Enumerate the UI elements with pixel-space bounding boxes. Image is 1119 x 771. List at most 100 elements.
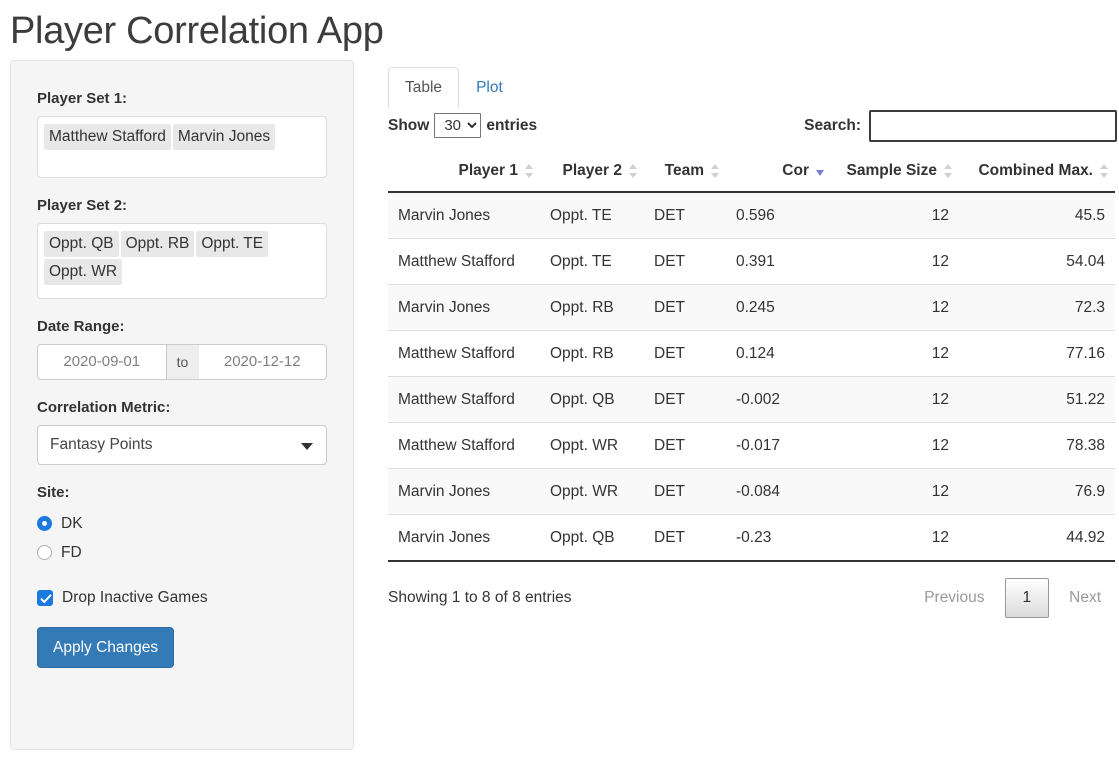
cell-player-1: Matthew Stafford bbox=[388, 238, 540, 285]
cell-player-2: Oppt. TE bbox=[540, 191, 644, 239]
correlation-metric-select[interactable]: Fantasy Points bbox=[37, 425, 327, 465]
cell-team: DET bbox=[644, 422, 726, 469]
app-window: Player Correlation App Player Set 1: Mat… bbox=[0, 0, 1119, 771]
page-length-select[interactable]: 30 bbox=[434, 113, 482, 138]
player-set-2-input[interactable]: Oppt. QB Oppt. RB Oppt. TE Oppt. WR bbox=[37, 223, 327, 299]
player-tag[interactable]: Oppt. RB bbox=[120, 231, 195, 257]
column-header-player-1[interactable]: Player 1 bbox=[388, 151, 540, 193]
site-radio-fd-label: FD bbox=[61, 543, 82, 561]
search-label: Search: bbox=[804, 116, 861, 134]
site-radio-dk[interactable]: DK bbox=[37, 510, 327, 537]
cell-sample-size: 12 bbox=[831, 191, 959, 239]
column-label: Player 2 bbox=[562, 162, 622, 179]
pagination-next[interactable]: Next bbox=[1055, 580, 1115, 616]
player-set-1-input[interactable]: Matthew Stafford Marvin Jones bbox=[37, 116, 327, 178]
cell-team: DET bbox=[644, 514, 726, 562]
pagination-page-1[interactable]: 1 bbox=[1004, 578, 1050, 618]
search-input[interactable] bbox=[869, 109, 1117, 142]
sidebar-panel: Player Set 1: Matthew Stafford Marvin Jon… bbox=[10, 60, 354, 750]
player-set-1-group: Player Set 1: Matthew Stafford Marvin Jon… bbox=[37, 89, 327, 178]
table-controls: Show 30 entries Search: bbox=[376, 107, 1119, 151]
table-row[interactable]: Marvin Jones Oppt. TE DET 0.596 12 45.5 bbox=[388, 191, 1115, 239]
cell-player-2: Oppt. RB bbox=[540, 330, 644, 377]
chevron-down-icon bbox=[301, 443, 313, 450]
cell-cor: -0.23 bbox=[726, 514, 831, 562]
cell-team: DET bbox=[644, 468, 726, 515]
column-header-team[interactable]: Team bbox=[644, 151, 726, 193]
date-end-input[interactable]: 2020-12-12 bbox=[198, 344, 327, 380]
player-set-2-label: Player Set 2: bbox=[37, 197, 128, 214]
table-row[interactable]: Marvin Jones Oppt. RB DET 0.245 12 72.3 bbox=[388, 284, 1115, 331]
table-row[interactable]: Marvin Jones Oppt. QB DET -0.23 12 44.92 bbox=[388, 514, 1115, 562]
cell-combined-max: 44.92 bbox=[959, 514, 1115, 562]
page-length-control: Show 30 entries bbox=[388, 113, 537, 138]
cell-player-2: Oppt. WR bbox=[540, 422, 644, 469]
cell-player-1: Matthew Stafford bbox=[388, 330, 540, 377]
cell-combined-max: 78.38 bbox=[959, 422, 1115, 469]
cell-sample-size: 12 bbox=[831, 468, 959, 515]
site-label: Site: bbox=[37, 484, 70, 501]
column-header-cor[interactable]: Cor bbox=[726, 151, 831, 193]
site-group: Site: DK FD bbox=[37, 483, 327, 566]
cell-team: DET bbox=[644, 330, 726, 377]
tab-table[interactable]: Table bbox=[388, 67, 460, 108]
column-header-player-2[interactable]: Player 2 bbox=[540, 151, 644, 193]
column-header-combined-max[interactable]: Combined Max. bbox=[959, 151, 1115, 193]
player-set-2-group: Player Set 2: Oppt. QB Oppt. RB Oppt. TEOp… bbox=[37, 196, 327, 299]
cell-sample-size: 12 bbox=[831, 284, 959, 331]
cell-team: DET bbox=[644, 191, 726, 239]
site-radio-fd[interactable]: FD bbox=[37, 539, 327, 566]
tab-bar: Table Plot bbox=[376, 60, 1119, 108]
cell-cor: 0.391 bbox=[726, 238, 831, 285]
date-range-separator: to bbox=[166, 344, 199, 380]
main-content: Table Plot Show 30 entries Search: Playe… bbox=[376, 60, 1119, 771]
correlation-metric-value: Fantasy Points bbox=[50, 436, 153, 453]
cell-cor: -0.002 bbox=[726, 376, 831, 423]
player-tag[interactable]: Matthew Stafford bbox=[44, 124, 171, 150]
cell-player-2: Oppt. RB bbox=[540, 284, 644, 331]
cell-sample-size: 12 bbox=[831, 238, 959, 285]
player-tag[interactable]: Oppt. TE bbox=[196, 231, 269, 257]
date-range-group: Date Range: 2020-09-01 to 2020-12-12 bbox=[37, 317, 327, 380]
date-start-input[interactable]: 2020-09-01 bbox=[37, 344, 167, 380]
tab-plot[interactable]: Plot bbox=[459, 67, 520, 108]
drop-inactive-games-checkbox[interactable]: Drop Inactive Games bbox=[37, 584, 327, 611]
column-label: Cor bbox=[782, 162, 809, 179]
table-row[interactable]: Matthew Stafford Oppt. QB DET -0.002 12 … bbox=[388, 376, 1115, 423]
cell-cor: 0.596 bbox=[726, 191, 831, 239]
table-row[interactable]: Matthew Stafford Oppt. RB DET 0.124 12 7… bbox=[388, 330, 1115, 377]
sort-both-icon bbox=[628, 163, 638, 179]
cell-player-1: Marvin Jones bbox=[388, 284, 540, 331]
table-row[interactable]: Marvin Jones Oppt. WR DET -0.084 12 76.9 bbox=[388, 468, 1115, 515]
cell-player-1: Matthew Stafford bbox=[388, 376, 540, 423]
player-tag[interactable]: Oppt. WR bbox=[44, 259, 123, 285]
table-row[interactable]: Matthew Stafford Oppt. TE DET 0.391 12 5… bbox=[388, 238, 1115, 285]
column-header-sample-size[interactable]: Sample Size bbox=[831, 151, 959, 193]
player-tag[interactable]: Oppt. QB bbox=[44, 231, 119, 257]
cell-combined-max: 76.9 bbox=[959, 468, 1115, 515]
cell-player-2: Oppt. QB bbox=[540, 376, 644, 423]
cell-team: DET bbox=[644, 238, 726, 285]
cell-player-1: Matthew Stafford bbox=[388, 422, 540, 469]
cell-combined-max: 77.16 bbox=[959, 330, 1115, 377]
sort-both-icon bbox=[524, 163, 534, 179]
correlation-table: Player 1 Player 2 Team Cor Sample Size C… bbox=[388, 151, 1115, 562]
sort-both-icon bbox=[943, 163, 953, 179]
cell-combined-max: 51.22 bbox=[959, 376, 1115, 423]
correlation-metric-label: Correlation Metric: bbox=[37, 399, 171, 416]
cell-player-2: Oppt. WR bbox=[540, 468, 644, 515]
cell-combined-max: 54.04 bbox=[959, 238, 1115, 285]
cell-combined-max: 72.3 bbox=[959, 284, 1115, 331]
table-header-row: Player 1 Player 2 Team Cor Sample Size C… bbox=[388, 151, 1115, 193]
cell-team: DET bbox=[644, 376, 726, 423]
cell-player-1: Marvin Jones bbox=[388, 514, 540, 562]
table-row[interactable]: Matthew Stafford Oppt. WR DET -0.017 12 … bbox=[388, 422, 1115, 469]
pagination-previous[interactable]: Previous bbox=[910, 580, 998, 616]
cell-player-1: Marvin Jones bbox=[388, 191, 540, 239]
cell-player-2: Oppt. TE bbox=[540, 238, 644, 285]
player-tag[interactable]: Marvin Jones bbox=[172, 124, 276, 150]
date-range-label: Date Range: bbox=[37, 318, 125, 335]
sort-both-icon bbox=[710, 163, 720, 179]
apply-changes-button[interactable]: Apply Changes bbox=[37, 627, 175, 668]
show-suffix-label: entries bbox=[486, 116, 538, 134]
